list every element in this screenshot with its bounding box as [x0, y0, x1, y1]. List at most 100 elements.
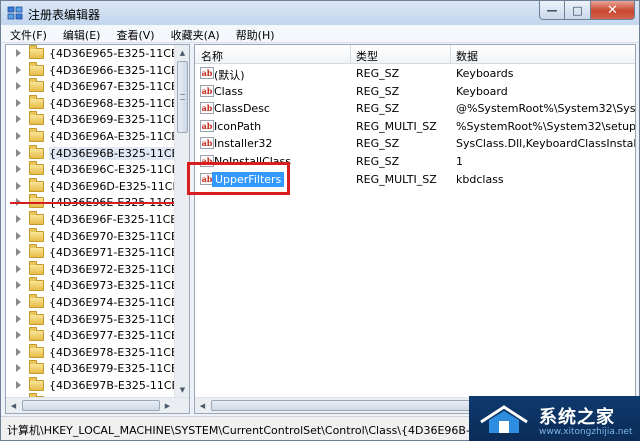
expand-arrow-icon[interactable]	[16, 214, 21, 223]
house-logo-icon	[480, 405, 528, 433]
expand-arrow-icon[interactable]	[16, 165, 21, 174]
tree-item[interactable]: {4D36E975-E325-11CE-BFC	[6, 310, 175, 328]
tree-item-label: {4D36E969-E325-11CE-BFC	[49, 113, 175, 127]
string-value-icon: ab	[200, 84, 214, 97]
tree-item[interactable]: {4D36E97B-E325-11CE-BFC	[6, 376, 175, 394]
status-path: 计算机\HKEY_LOCAL_MACHINE\SYSTEM\CurrentCon…	[7, 424, 485, 437]
expand-arrow-icon[interactable]	[16, 231, 21, 240]
string-value-icon: ab	[200, 102, 214, 115]
folder-icon	[29, 244, 44, 259]
scroll-left-icon[interactable]: ◀	[195, 398, 210, 413]
scroll-up-icon[interactable]: ▲	[175, 45, 189, 60]
expand-arrow-icon[interactable]	[16, 347, 21, 356]
tree-item[interactable]: {4D36E96F-E325-11CE-BFC	[6, 210, 175, 228]
tree-item[interactable]: {4D36E979-E325-11CE-BFC	[6, 360, 175, 377]
column-type-header[interactable]: 类型	[356, 48, 378, 64]
values-header: 名称 类型 数据	[195, 45, 635, 64]
expand-arrow-icon[interactable]	[16, 264, 21, 273]
registry-editor-window: 注册表编辑器 — □ ✕ 文件(F) 编辑(E) 查看(V) 收藏夹(A) 帮助…	[0, 0, 640, 441]
value-type: REG_SZ	[356, 137, 400, 151]
tree-item[interactable]: {4D36E973-E325-11CE-BFC	[6, 277, 175, 294]
tree-item[interactable]: {4D36E966-E325-11CE-BFC	[6, 61, 175, 79]
tree-horizontal-scrollbar[interactable]: ◀ ▶	[6, 397, 189, 413]
value-name: (默认)	[214, 69, 245, 82]
tree-item[interactable]: {4D36E971-E325-11CE-BFC	[6, 244, 175, 261]
tree-item[interactable]: {4D36E96B-E325-11CE-BFC	[6, 144, 175, 162]
value-row[interactable]: ab (默认) REG_SZ Keyboards	[195, 65, 635, 82]
tree-item[interactable]: {4D36E968-E325-11CE-BFC	[6, 94, 175, 112]
expand-arrow-icon[interactable]	[16, 364, 21, 373]
tree-item[interactable]: {4D36E96D-E325-11CE-BFC	[6, 177, 175, 195]
tree-item-label: {4D36E970-E325-11CE-BFC	[49, 229, 175, 243]
value-name: IconPath	[214, 119, 262, 133]
scroll-right-icon[interactable]: ▶	[160, 398, 175, 413]
watermark-logo: 系统之家 www.xitongzhijia.net	[469, 396, 640, 441]
menu-edit[interactable]: 编辑(E)	[54, 25, 108, 42]
value-data: 1	[456, 155, 463, 168]
menu-view[interactable]: 查看(V)	[107, 25, 161, 42]
folder-icon	[29, 293, 44, 308]
folder-icon	[29, 310, 44, 325]
tree-item[interactable]: {4D36E974-E325-11CE-BFC	[6, 293, 175, 311]
value-row[interactable]: ab IconPath REG_MULTI_SZ %SystemRoot%\Syste…	[195, 118, 635, 135]
close-button[interactable]: ✕	[591, 1, 635, 20]
expand-arrow-icon[interactable]	[16, 331, 21, 340]
expand-arrow-icon[interactable]	[16, 131, 21, 140]
tree-item[interactable]: {4D36E967-E325-11CE-BFC	[6, 78, 175, 95]
tree-scroll-thumb[interactable]	[177, 61, 188, 133]
tree-item-label: {4D36E966-E325-11CE-BFC	[49, 63, 175, 77]
scroll-down-icon[interactable]: ▼	[175, 382, 189, 397]
tree-item[interactable]: {4D36E977-E325-11CE-BFC	[6, 327, 175, 344]
tree-item[interactable]: {4D36E96A-E325-11CE-BFC	[6, 127, 175, 145]
expand-arrow-icon[interactable]	[16, 49, 21, 57]
key-tree-pane: {4D36E965-E325-11CE-BFC {4D36E966-E325-11…	[5, 44, 190, 414]
menu-favorites[interactable]: 收藏夹(A)	[162, 25, 227, 42]
column-data-header[interactable]: 数据	[456, 48, 478, 64]
tree-item[interactable]: {4D36E978-E325-11CE-BFC	[6, 343, 175, 361]
tree-item-label: {4D36E968-E325-11CE-BFC	[49, 96, 175, 110]
expand-arrow-icon[interactable]	[16, 181, 21, 190]
tree-item-label: {4D36E979-E325-11CE-BFC	[49, 362, 175, 376]
value-row[interactable]: ab Installer32 REG_SZ SysClass.Dll,Keyboard…	[195, 135, 635, 152]
tree-item-label: {4D36E975-E325-11CE-BFC	[49, 312, 175, 326]
title-bar[interactable]: 注册表编辑器 — □ ✕	[1, 1, 639, 25]
scroll-left-icon[interactable]: ◀	[6, 398, 21, 413]
value-type: REG_MULTI_SZ	[356, 119, 437, 133]
value-row[interactable]: ab ClassDesc REG_SZ @%SystemRoot%\System32\…	[195, 100, 635, 117]
tree-hscroll-thumb[interactable]	[22, 400, 160, 411]
expand-arrow-icon[interactable]	[16, 98, 21, 107]
tree-item-label: {4D36E96D-E325-11CE-BFC	[49, 179, 175, 193]
tree-item[interactable]: {4D36E970-E325-11CE-BFC	[6, 227, 175, 245]
expand-arrow-icon[interactable]	[16, 82, 21, 91]
expand-arrow-icon[interactable]	[16, 65, 21, 74]
column-name-header[interactable]: 名称	[201, 48, 223, 64]
value-name: ClassDesc	[214, 102, 270, 116]
tree-item[interactable]: {4D36E972-E325-11CE-BFC	[6, 260, 175, 278]
window-title: 注册表编辑器	[28, 8, 101, 22]
folder-icon	[29, 61, 44, 76]
value-row[interactable]: ab Class REG_SZ Keyboard	[195, 83, 635, 100]
expand-arrow-icon[interactable]	[16, 148, 21, 157]
value-type: REG_SZ	[356, 84, 400, 98]
expand-arrow-icon[interactable]	[16, 115, 21, 124]
tree-vertical-scrollbar[interactable]: ▲ ▼	[174, 45, 189, 397]
expand-arrow-icon[interactable]	[16, 297, 21, 306]
tree-item[interactable]: {4D36E965-E325-11CE-BFC	[6, 45, 175, 62]
tree-item[interactable]: {4D36E96C-E325-11CE-BFC	[6, 161, 175, 178]
folder-icon	[29, 360, 44, 375]
value-name: Class	[214, 84, 243, 98]
folder-icon	[29, 210, 44, 225]
menu-file[interactable]: 文件(F)	[1, 25, 54, 42]
expand-arrow-icon[interactable]	[16, 248, 21, 257]
tree-item-label: {4D36E96B-E325-11CE-BFC	[49, 146, 175, 160]
tree-item[interactable]: {4D36E969-E325-11CE-BFC	[6, 111, 175, 128]
menu-help[interactable]: 帮助(H)	[227, 25, 282, 42]
expand-arrow-icon[interactable]	[16, 314, 21, 323]
tree-item-label: {4D36E96A-E325-11CE-BFC	[49, 129, 175, 143]
expand-arrow-icon[interactable]	[16, 380, 21, 389]
expand-arrow-icon[interactable]	[16, 281, 21, 290]
minimize-button[interactable]: —	[539, 1, 565, 20]
folder-icon	[29, 327, 44, 342]
maximize-button[interactable]: □	[565, 1, 591, 20]
folder-icon	[29, 260, 44, 275]
